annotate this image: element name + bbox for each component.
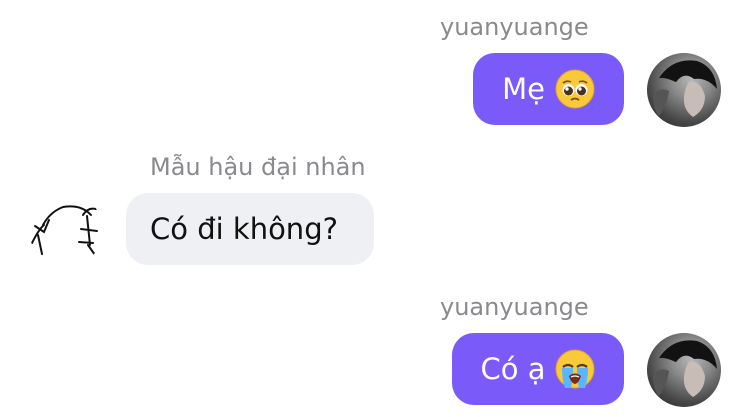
loudly-crying-face-emoji: [555, 349, 595, 389]
portrait-icon: [653, 60, 717, 117]
message-text: Có đi không?: [150, 212, 338, 246]
message-text: Mẹ: [502, 72, 545, 106]
message-bubble-incoming[interactable]: Có đi không?: [126, 193, 374, 265]
user-photo-avatar[interactable]: [647, 53, 721, 127]
user-photo-avatar[interactable]: [647, 333, 721, 407]
pleading-face-emoji: [555, 69, 595, 109]
message-bubble-outgoing[interactable]: Mẹ: [473, 53, 624, 125]
sender-name: yuanyuange: [440, 13, 589, 41]
message-bubble-outgoing[interactable]: Có ạ: [452, 333, 624, 405]
sender-name: yuanyuange: [440, 293, 589, 321]
portrait-icon: [653, 340, 717, 397]
sender-name: Mẫu hậu đại nhân: [150, 153, 366, 181]
sketch-figure-icon: [31, 205, 98, 256]
sketch-avatar[interactable]: [29, 193, 103, 267]
message-text: Có ạ: [480, 352, 546, 386]
